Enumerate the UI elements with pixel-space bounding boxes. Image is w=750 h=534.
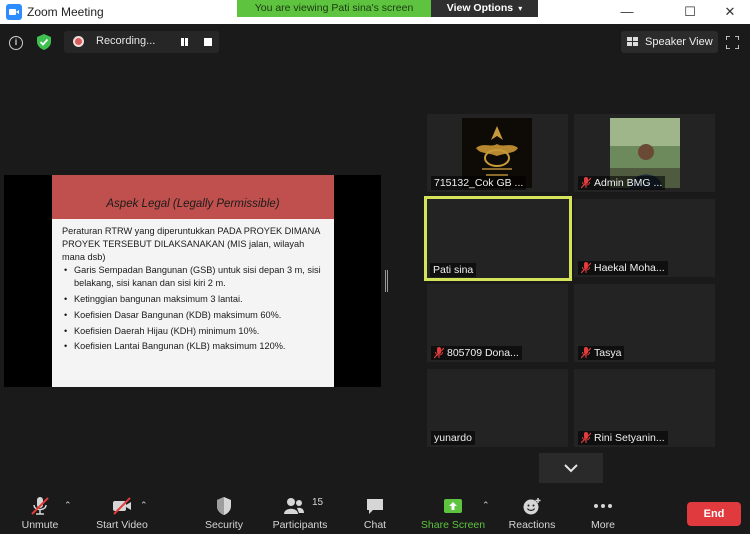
participant-name: Tasya (594, 347, 622, 359)
security-button[interactable]: Security (200, 488, 248, 534)
view-options-label: View Options (446, 2, 514, 14)
video-off-icon (113, 497, 131, 515)
view-options-button[interactable]: View Options ▾ (431, 0, 538, 17)
speaker-view-button[interactable]: Speaker View (621, 31, 718, 53)
participant-tile[interactable]: Haekal Moha... (574, 199, 715, 277)
participant-tile[interactable]: 805709 Dona... (427, 284, 568, 362)
slide-bullet: Ketinggian bangunan maksimum 3 lantai. (62, 293, 324, 306)
muted-mic-icon (434, 347, 444, 359)
slide-body: Peraturan RTRW yang diperuntukkan PADA P… (52, 219, 334, 353)
share-options-caret[interactable]: ⌃ (482, 500, 490, 510)
participant-name: Rini Setyanin... (594, 432, 665, 444)
start-video-label: Start Video (96, 519, 148, 531)
viewing-banner: You are viewing Pati sina's screen View … (237, 0, 538, 17)
pause-recording-button[interactable] (180, 37, 190, 47)
participant-name-tag: Rini Setyanin... (578, 431, 668, 445)
share-screen-icon (444, 499, 462, 513)
chevron-down-icon (564, 464, 578, 473)
slide-bullet: Koefisien Dasar Bangunan (KDB) maksimum … (62, 309, 324, 322)
meeting-controls: Unmute ⌃ Start Video ⌃ Security 15 Parti… (0, 488, 750, 534)
security-label: Security (205, 519, 243, 531)
participant-tile[interactable]: Tasya (574, 284, 715, 362)
muted-mic-icon (581, 262, 591, 274)
recording-indicator: Recording... (64, 31, 219, 53)
slide-bullet-list: Garis Sempadan Bangunan (GSB) untuk sisi… (62, 264, 324, 353)
presentation-slide: Aspek Legal (Legally Permissible) Peratu… (52, 175, 334, 387)
share-screen-button[interactable]: Share Screen (420, 488, 486, 534)
slide-bullet: Garis Sempadan Bangunan (GSB) untuk sisi… (62, 264, 324, 290)
video-options-caret[interactable]: ⌃ (140, 500, 148, 510)
muted-mic-icon (31, 497, 49, 515)
slide-bullet: Koefisien Daerah Hijau (KDH) minimum 10%… (62, 325, 324, 338)
participant-name-tag: Haekal Moha... (578, 261, 668, 275)
participant-name-tag: 805709 Dona... (431, 346, 522, 360)
stop-recording-button[interactable] (204, 38, 212, 46)
shared-screen: Aspek Legal (Legally Permissible) Peratu… (4, 175, 381, 387)
chevron-down-icon: ▾ (516, 4, 523, 13)
grid-icon (627, 37, 639, 47)
participant-name: Admin BMG ... (594, 177, 663, 189)
window-title: Zoom Meeting (27, 5, 104, 19)
participants-label: Participants (272, 519, 328, 531)
participants-icon (284, 498, 304, 514)
more-button[interactable]: More (584, 488, 622, 534)
participant-name: Pati sina (430, 263, 477, 277)
record-icon (73, 36, 84, 47)
participant-tile-active-speaker[interactable]: Pati sina (424, 196, 572, 281)
smiley-icon (523, 498, 541, 515)
participants-button[interactable]: 15 Participants (270, 488, 330, 534)
more-label: More (591, 519, 615, 531)
end-meeting-button[interactable]: End (687, 502, 741, 526)
slide-bullet: Koefisien Lantai Bangunan (KLB) maksimum… (62, 340, 324, 353)
slide-title: Aspek Legal (Legally Permissible) (52, 175, 334, 219)
split-resize-handle[interactable] (385, 270, 388, 292)
unmute-button[interactable]: Unmute (12, 488, 68, 534)
participant-tile[interactable]: Admin BMG ... (574, 114, 715, 192)
fullscreen-icon[interactable] (726, 36, 739, 49)
participant-name: yunardo (431, 431, 475, 445)
info-icon[interactable]: i (9, 36, 23, 50)
close-icon[interactable]: ✕ (715, 2, 745, 22)
chat-icon (367, 499, 383, 514)
participant-name: Haekal Moha... (594, 262, 665, 274)
gallery-next-page-button[interactable] (539, 453, 603, 483)
more-dots-icon (594, 504, 612, 508)
speaker-view-label: Speaker View (645, 36, 713, 48)
maximize-icon[interactable]: ☐ (675, 2, 705, 22)
recording-label: Recording... (96, 35, 156, 47)
shield-icon[interactable] (37, 34, 51, 50)
chat-button[interactable]: Chat (355, 488, 395, 534)
participant-tile[interactable]: Rini Setyanin... (574, 369, 715, 447)
reactions-button[interactable]: Reactions (506, 488, 558, 534)
participant-name: 715132_Cok GB ... (431, 176, 527, 190)
muted-mic-icon (581, 177, 591, 189)
unmute-label: Unmute (21, 519, 59, 531)
start-video-button[interactable]: Start Video (92, 488, 152, 534)
audio-options-caret[interactable]: ⌃ (64, 500, 72, 510)
share-screen-label: Share Screen (420, 519, 486, 531)
reactions-label: Reactions (508, 519, 556, 531)
zoom-window: Zoom Meeting — ☐ ✕ You are viewing Pati … (0, 0, 750, 534)
minimize-icon[interactable]: — (612, 2, 642, 22)
participant-tile[interactable]: yunardo (427, 369, 568, 447)
participant-tile[interactable]: 715132_Cok GB ... (427, 114, 568, 192)
slide-intro: Peraturan RTRW yang diperuntukkan PADA P… (62, 226, 320, 262)
muted-mic-icon (581, 432, 591, 444)
shield-icon (217, 497, 231, 515)
participant-name: 805709 Dona... (447, 347, 519, 359)
participants-count: 15 (312, 497, 324, 508)
viewing-screen-text: You are viewing Pati sina's screen (237, 0, 431, 17)
zoom-logo-icon (6, 4, 22, 20)
muted-mic-icon (581, 347, 591, 359)
chat-label: Chat (363, 519, 387, 531)
participant-name-tag: Tasya (578, 346, 625, 360)
participant-name-tag: Admin BMG ... (578, 176, 666, 190)
